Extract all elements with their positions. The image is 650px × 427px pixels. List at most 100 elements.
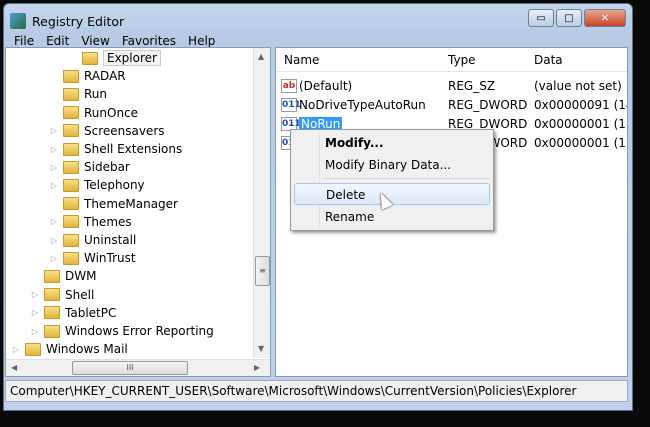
folder-icon <box>63 178 79 192</box>
folder-icon <box>63 215 79 229</box>
expand-arrow-icon[interactable]: ▷ <box>49 145 59 154</box>
tree-item[interactable]: ▷ Windows Error Reporting <box>30 322 214 340</box>
expand-arrow-icon[interactable]: ▷ <box>49 163 59 172</box>
folder-icon <box>25 342 41 356</box>
value-data: 0x00000001 (1) <box>534 117 628 131</box>
column-header-data[interactable]: Data <box>534 53 563 67</box>
tree-item-label: Windows Error Reporting <box>65 324 214 338</box>
scroll-down-icon[interactable]: ▼ <box>258 344 264 353</box>
folder-icon <box>63 142 79 156</box>
folder-icon <box>44 306 60 320</box>
tree-item-label: Shell <box>65 287 95 302</box>
folder-icon <box>63 197 79 211</box>
tree-item-label: DWM <box>65 269 97 284</box>
tree-item[interactable]: ▷ Uninstall <box>49 231 136 249</box>
folder-icon <box>63 233 79 247</box>
tree-item-label: Explorer <box>103 50 161 66</box>
menu-item-modify[interactable]: Modify... <box>294 132 490 154</box>
binary-value-icon: 011 <box>281 98 301 112</box>
expand-arrow-icon[interactable]: ▷ <box>49 126 59 135</box>
folder-icon <box>82 51 98 65</box>
tree-item[interactable]: ThemeManager <box>49 195 178 213</box>
expand-arrow-icon[interactable]: ▷ <box>49 236 59 245</box>
tree-item-label: Telephony <box>84 178 145 193</box>
tree-item-label: RunOnce <box>84 105 139 120</box>
tree-item-label: Uninstall <box>84 233 137 247</box>
window-title: Registry Editor <box>32 13 125 29</box>
expand-arrow-icon[interactable]: ▷ <box>49 181 59 190</box>
tree-scroll-thumb[interactable]: ≡ <box>255 256 270 286</box>
folder-icon <box>63 160 79 174</box>
tree-item-label: Windows Mail <box>46 342 128 357</box>
menu-separator <box>323 178 490 179</box>
tree-item-label: WinTrust <box>84 251 136 266</box>
value-data: (value not set) <box>534 79 622 93</box>
tree-item[interactable]: ▷ Screensavers <box>49 122 165 140</box>
value-type: REG_SZ <box>448 79 496 93</box>
tree-item[interactable]: Run <box>49 85 107 103</box>
expand-arrow-icon[interactable]: ▷ <box>30 290 40 299</box>
tree-item[interactable]: ▷ Windows Mail <box>11 340 128 358</box>
tree-item[interactable]: DWM <box>30 267 96 285</box>
scroll-right-icon[interactable]: ▶ <box>254 363 260 372</box>
tree-item-label: RADAR <box>84 69 126 84</box>
scroll-up-icon[interactable]: ▲ <box>258 52 264 61</box>
tree-item-label: TabletPC <box>65 305 117 320</box>
values-header: Name Type Data <box>276 48 627 72</box>
maximize-button[interactable]: □ <box>556 9 582 27</box>
tree-item[interactable]: ▷ Sidebar <box>49 158 130 176</box>
value-name: (Default) <box>299 79 353 93</box>
scroll-left-icon[interactable]: ◀ <box>11 363 17 372</box>
expand-arrow-icon[interactable]: ▷ <box>30 327 40 336</box>
menu-item-delete[interactable]: Delete <box>294 183 490 205</box>
folder-icon <box>44 288 60 302</box>
tree-item[interactable]: ▷ Themes <box>49 213 132 231</box>
menu-item-modify-binary-data[interactable]: Modify Binary Data... <box>294 154 490 176</box>
tree-hscroll-thumb[interactable]: III <box>72 361 188 375</box>
value-type: REG_DWORD <box>448 98 528 112</box>
string-value-icon: ab <box>281 79 297 93</box>
tree-item[interactable]: Explorer <box>68 49 161 67</box>
value-data: 0x00000001 (1) <box>534 136 628 150</box>
folder-icon <box>63 69 79 83</box>
value-row[interactable]: ab (Default) REG_SZ (value not set) <box>276 77 627 96</box>
menu-item-rename[interactable]: Rename <box>294 206 490 228</box>
value-row[interactable]: 011 NoDriveTypeAutoRun REG_DWORD 0x00000091… <box>276 96 627 115</box>
tree-item-label: ThemeManager <box>84 196 178 211</box>
tree-item[interactable]: ▷ Shell <box>30 286 94 304</box>
tree-item[interactable]: RunOnce <box>49 104 138 122</box>
status-bar-path: Computer\HKEY_CURRENT_USER\Software\Micr… <box>5 380 628 402</box>
folder-icon <box>44 269 60 283</box>
tree-item[interactable]: ▷ Telephony <box>49 176 145 194</box>
minimize-button[interactable]: ▭ <box>528 9 554 27</box>
tree-item[interactable]: ▷ WinTrust <box>49 249 136 267</box>
tree-vertical-scrollbar[interactable]: ▲ ≡ ▼ <box>253 48 270 358</box>
registry-editor-icon <box>10 13 26 29</box>
expand-arrow-icon[interactable]: ▷ <box>30 308 40 317</box>
title-bar: Registry Editor <box>10 10 124 32</box>
tree-item-label: Screensavers <box>84 123 165 138</box>
value-name: NoDriveTypeAutoRun <box>299 98 426 112</box>
expand-arrow-icon[interactable]: ▷ <box>49 254 59 263</box>
tree-item-label: Run <box>84 87 108 102</box>
tree-item[interactable]: ▷ TabletPC <box>30 304 116 322</box>
column-header-type[interactable]: Type <box>448 53 476 67</box>
tree-item-label: Themes <box>84 214 132 229</box>
tree-horizontal-scrollbar[interactable]: ◀ III ▶ <box>6 359 270 376</box>
value-data: 0x00000091 (145) <box>534 98 627 112</box>
folder-icon <box>44 324 60 338</box>
registry-tree: ▲ ≡ ▼ ◀ III ▶ Explorer RADAR Run RunOnce ▷ Sc… <box>5 47 271 377</box>
folder-icon <box>63 87 79 101</box>
tree-item-label: Shell Extensions <box>84 142 183 156</box>
folder-icon <box>63 106 79 120</box>
expand-arrow-icon[interactable]: ▷ <box>49 217 59 226</box>
expand-arrow-icon[interactable]: ▷ <box>11 345 21 354</box>
folder-icon <box>63 251 79 265</box>
context-menu: Modify... Modify Binary Data... Delete R… <box>290 129 494 231</box>
column-header-name[interactable]: Name <box>284 53 319 67</box>
close-button[interactable]: ✕ <box>584 9 626 27</box>
tree-item[interactable]: RADAR <box>49 67 126 85</box>
tree-item[interactable]: ▷ Shell Extensions <box>49 140 182 158</box>
folder-icon <box>63 124 79 138</box>
tree-item-label: Sidebar <box>84 160 130 175</box>
